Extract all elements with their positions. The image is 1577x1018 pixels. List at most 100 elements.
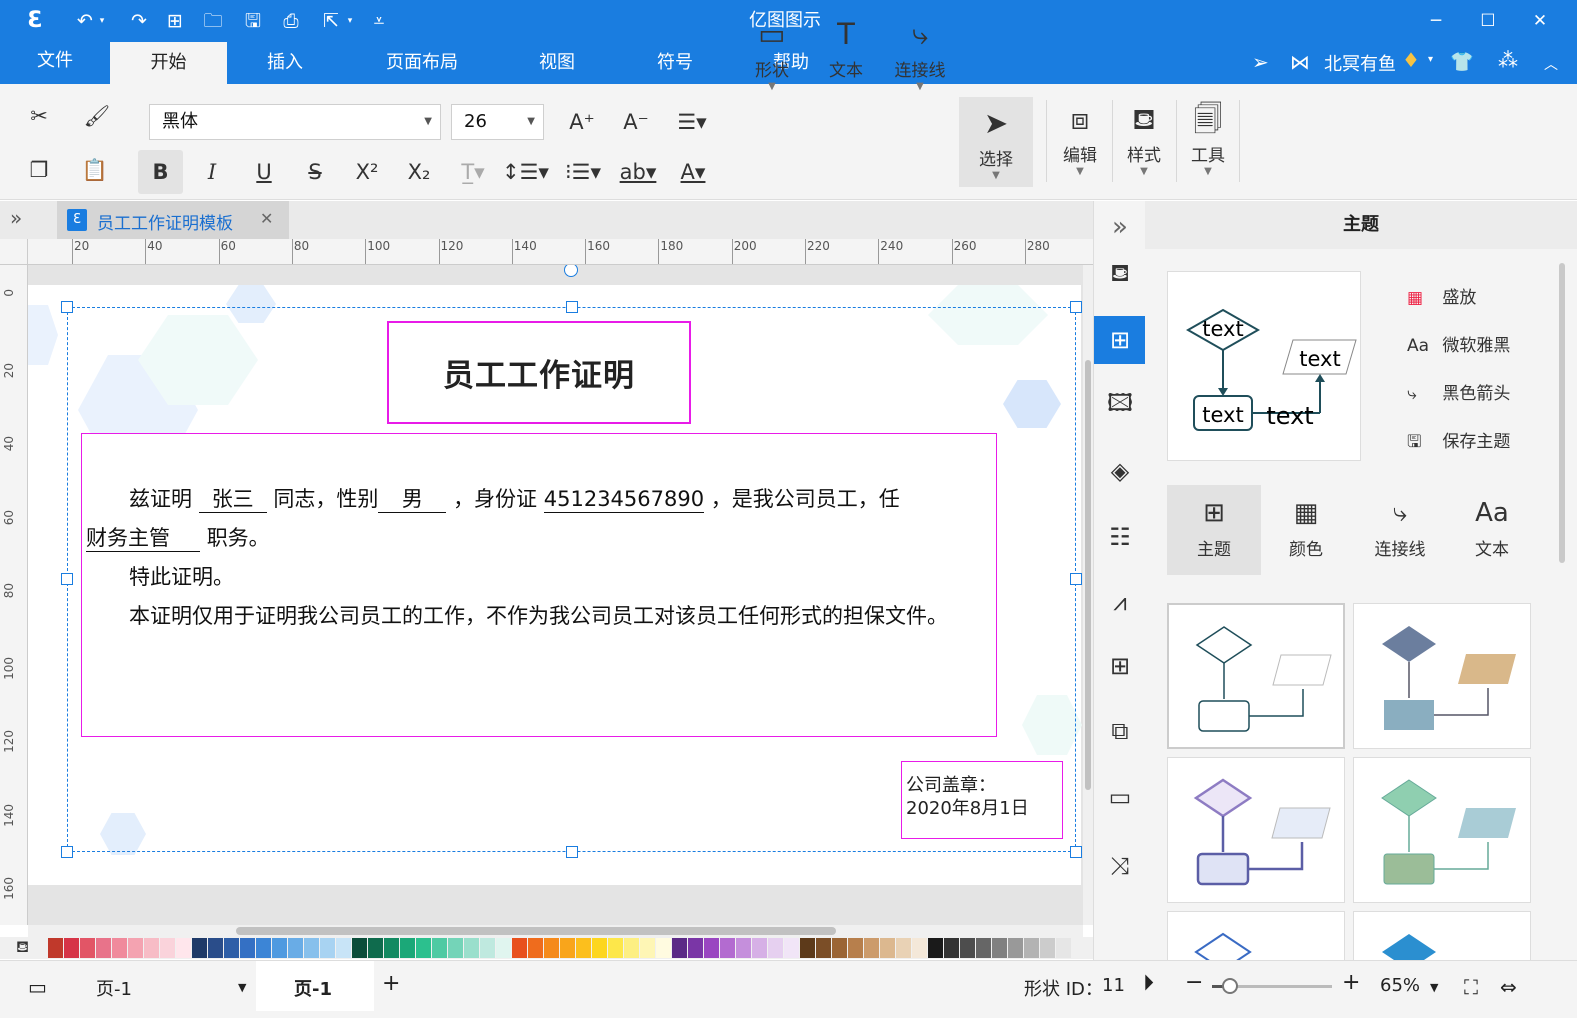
theme-option-font[interactable]: Aa 微软雅黑: [1407, 331, 1510, 356]
vertical-scrollbar[interactable]: [1083, 265, 1093, 925]
font-size-select[interactable]: 26 ▼: [451, 104, 544, 140]
page-tab[interactable]: 页-1: [256, 961, 374, 1011]
maximize-icon[interactable]: ☐: [1474, 8, 1502, 34]
color-swatch[interactable]: [624, 938, 639, 958]
body-text-box[interactable]: 兹证明 张三 同志，性别男 ，身份证 451234567890 ，是我公司员工，…: [81, 433, 997, 737]
color-swatch[interactable]: [448, 938, 463, 958]
zoom-slider-handle[interactable]: [1222, 978, 1238, 994]
bold-icon[interactable]: B: [138, 150, 183, 194]
add-page-icon[interactable]: +: [382, 971, 400, 996]
resize-handle[interactable]: [1070, 573, 1082, 585]
align-icon[interactable]: ☰▾: [668, 104, 716, 140]
color-swatch[interactable]: [976, 938, 991, 958]
document-tab[interactable]: Ɛ 员工工作证明模板 ✕: [57, 201, 289, 239]
color-swatch[interactable]: [640, 938, 655, 958]
color-swatch[interactable]: [112, 938, 127, 958]
color-swatch[interactable]: [704, 938, 719, 958]
print-icon[interactable]: ⎙: [278, 8, 304, 34]
share-icon[interactable]: ⋈: [1290, 50, 1310, 74]
font-grow-icon[interactable]: A⁺: [563, 104, 601, 140]
color-swatch[interactable]: [832, 938, 847, 958]
zoom-out-icon[interactable]: −: [1185, 970, 1203, 995]
redo-icon[interactable]: ↷: [126, 8, 152, 34]
chevron-down-icon[interactable]: ▾: [96, 8, 108, 34]
save-icon[interactable]: 🖫: [240, 8, 266, 34]
tab-symbol[interactable]: 符号: [630, 42, 720, 84]
select-button[interactable]: ➤ 选择 ▼: [959, 97, 1033, 187]
new-icon[interactable]: ⊞: [162, 8, 188, 34]
theme-card[interactable]: [1353, 603, 1531, 749]
page-selector[interactable]: 页-1: [96, 975, 132, 1001]
close-tab-icon[interactable]: ✕: [260, 209, 273, 228]
drawing-canvas[interactable]: 员工工作证明 兹证明 张三 同志，性别男 ，身份证 451234567890 ，…: [28, 265, 1083, 925]
color-swatch[interactable]: [96, 938, 111, 958]
chart-icon[interactable]: ⩘: [1094, 578, 1146, 626]
resize-handle[interactable]: [61, 846, 73, 858]
color-swatch[interactable]: [688, 938, 703, 958]
color-swatch[interactable]: [608, 938, 623, 958]
color-swatch[interactable]: [208, 938, 223, 958]
subtab-theme[interactable]: ⊞ 主题: [1167, 485, 1261, 575]
outline-icon[interactable]: ⧉: [1094, 707, 1146, 755]
text-direction-icon[interactable]: T̲▾: [450, 154, 496, 190]
expand-panel-icon[interactable]: »: [10, 206, 22, 230]
chevron-down-icon[interactable]: ▾: [1428, 54, 1433, 65]
text-highlight-icon[interactable]: ab▾: [615, 154, 661, 190]
horizontal-scrollbar[interactable]: [28, 925, 1083, 937]
tab-view[interactable]: 视图: [512, 42, 602, 84]
strikethrough-icon[interactable]: S: [296, 154, 334, 190]
subtab-text[interactable]: Aa 文本: [1445, 485, 1539, 575]
color-swatch[interactable]: [880, 938, 895, 958]
color-swatch[interactable]: [160, 938, 175, 958]
resize-handle[interactable]: [61, 301, 73, 313]
shape-button[interactable]: ▭ 形状 ▼: [737, 12, 807, 98]
color-swatch[interactable]: [128, 938, 143, 958]
color-swatch[interactable]: [528, 938, 543, 958]
resize-handle[interactable]: [566, 301, 578, 313]
undo-icon[interactable]: ↶: [72, 8, 98, 34]
color-swatch[interactable]: [1040, 938, 1055, 958]
subtab-connector[interactable]: ⤷ 连接线: [1353, 485, 1447, 575]
color-swatch[interactable]: [240, 938, 255, 958]
color-swatch[interactable]: [592, 938, 607, 958]
stamp-box[interactable]: 公司盖章： 2020年8月1日: [901, 761, 1063, 839]
apps-icon[interactable]: ⁂: [1498, 48, 1518, 72]
color-swatch[interactable]: [336, 938, 351, 958]
color-swatch[interactable]: [1024, 938, 1039, 958]
font-color-icon[interactable]: A▾: [670, 154, 716, 190]
close-icon[interactable]: ✕: [1526, 8, 1554, 34]
fill-color-icon[interactable]: ⛾: [16, 937, 29, 958]
tools-button[interactable]: 🗐 工具 ▼: [1176, 97, 1240, 183]
resize-handle[interactable]: [566, 846, 578, 858]
subtab-color[interactable]: ▦ 颜色: [1259, 485, 1353, 575]
table-icon[interactable]: ⊞: [1094, 642, 1146, 690]
scrollbar-thumb[interactable]: [236, 927, 836, 935]
color-swatch[interactable]: [496, 938, 511, 958]
color-swatch[interactable]: [320, 938, 335, 958]
color-swatch[interactable]: [1056, 938, 1071, 958]
tab-page-layout[interactable]: 页面布局: [362, 42, 482, 84]
color-swatch[interactable]: [816, 938, 831, 958]
color-swatch[interactable]: [432, 938, 447, 958]
color-swatch[interactable]: [64, 938, 79, 958]
color-swatch[interactable]: [752, 938, 767, 958]
color-swatch[interactable]: [1008, 938, 1023, 958]
color-swatch[interactable]: [864, 938, 879, 958]
font-family-select[interactable]: 黑体 ▼: [149, 104, 441, 140]
color-swatch[interactable]: [928, 938, 943, 958]
color-swatch[interactable]: [512, 938, 527, 958]
subscript-icon[interactable]: X₂: [400, 154, 438, 190]
customize-icon[interactable]: ⩡: [366, 8, 392, 34]
shuffle-icon[interactable]: ⤨: [1094, 842, 1146, 890]
color-swatch[interactable]: [224, 938, 239, 958]
color-swatch[interactable]: [944, 938, 959, 958]
chevron-down-icon[interactable]: ▼: [238, 981, 246, 994]
zoom-slider[interactable]: [1212, 978, 1332, 994]
chevron-down-icon[interactable]: ▼: [1430, 981, 1438, 994]
color-swatch[interactable]: [720, 938, 735, 958]
page-view-icon[interactable]: ▭: [28, 975, 47, 999]
fit-width-icon[interactable]: ⇔: [1500, 975, 1517, 999]
resize-handle[interactable]: [1070, 301, 1082, 313]
text-button[interactable]: T 文本: [811, 12, 881, 98]
line-spacing-icon[interactable]: ↕☰▾: [502, 154, 549, 190]
